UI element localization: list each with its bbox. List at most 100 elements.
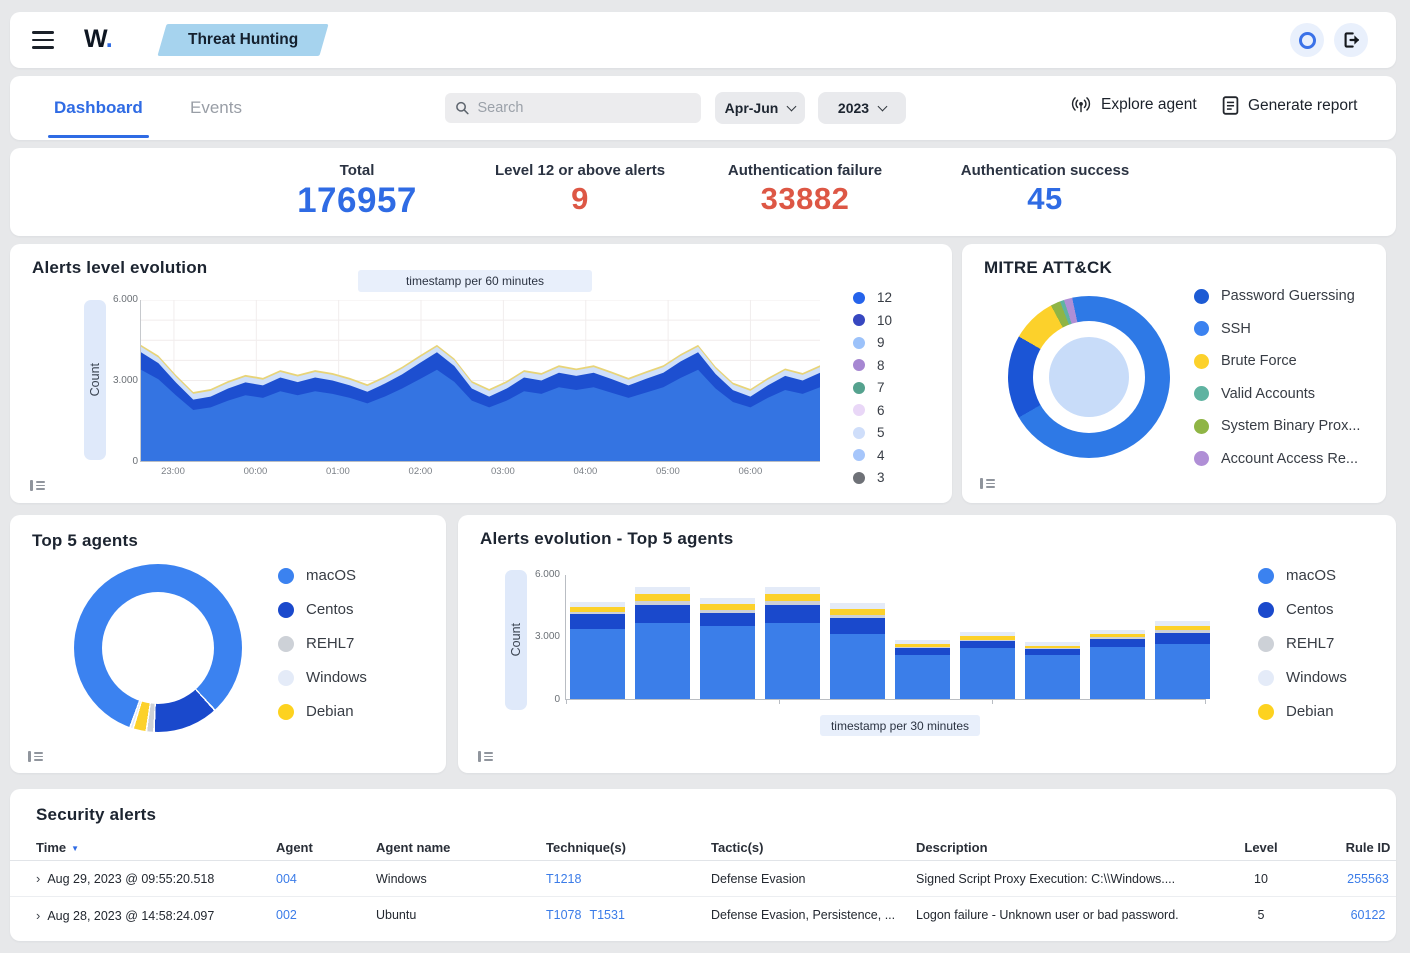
search-box[interactable] (445, 93, 701, 123)
legend-item-debian[interactable]: Debian (1258, 703, 1347, 720)
search-input[interactable] (477, 100, 691, 116)
legend-label: 6 (877, 403, 885, 418)
stacked-bar[interactable] (830, 575, 885, 699)
stacked-bar[interactable] (1025, 575, 1080, 699)
column-header-description[interactable]: Description (916, 840, 1208, 855)
legend-item-8[interactable]: 8 (853, 358, 892, 373)
legend-item-rehl7[interactable]: REHL7 (278, 635, 367, 652)
legend-item-4[interactable]: 4 (853, 448, 892, 463)
legend-item-9[interactable]: 9 (853, 335, 892, 350)
agent-id-link[interactable]: 002 (276, 908, 297, 922)
technique-link[interactable]: T1218 (546, 872, 581, 886)
mitre-donut-chart[interactable] (1008, 296, 1170, 458)
column-header-agent[interactable]: Agent (276, 840, 376, 855)
legend-item-5[interactable]: 5 (853, 425, 892, 440)
stacked-bar[interactable] (895, 575, 950, 699)
legend-dot-icon (278, 602, 294, 618)
legend-item-brute-force[interactable]: Brute Force (1194, 353, 1360, 369)
legend-label: Windows (306, 669, 367, 686)
bar-segment-centos (1090, 639, 1145, 647)
generate-report-button[interactable]: Generate report (1222, 96, 1357, 115)
stacked-bar-chart-canvas[interactable] (565, 575, 1205, 700)
legend-item-ssh[interactable]: SSH (1194, 321, 1360, 337)
panel-title: MITRE ATT&CK (984, 258, 1112, 278)
stat-value: 176957 (242, 181, 472, 221)
cell-agent: 004 (276, 872, 376, 886)
legend-item-password-guerssing[interactable]: Password Guerssing (1194, 288, 1360, 304)
chevron-down-icon (878, 101, 888, 111)
legend-item-windows[interactable]: Windows (1258, 669, 1347, 686)
technique-link[interactable]: T1531 (589, 908, 624, 922)
legend-item-centos[interactable]: Centos (1258, 601, 1347, 618)
column-header-technique-s-[interactable]: Technique(s) (546, 840, 711, 855)
stacked-bar[interactable] (765, 575, 820, 699)
threat-hunting-tab[interactable]: Threat Hunting (157, 24, 328, 56)
x-axis-ticks: 23:0000:0001:0002:0003:0004:0005:0006:00 (140, 466, 820, 480)
logout-icon (1342, 31, 1360, 49)
legend-dot-icon (853, 449, 865, 461)
column-header-agent-name[interactable]: Agent name (376, 840, 546, 855)
y-axis-pill: Count (505, 570, 527, 710)
agent-id-link[interactable]: 004 (276, 872, 297, 886)
y-tick-label: 0 (526, 694, 560, 705)
stacked-bar[interactable] (635, 575, 690, 699)
logout-button[interactable] (1334, 23, 1368, 57)
legend-toggle-icon[interactable] (28, 751, 43, 762)
bar-segment-macos (830, 634, 885, 699)
legend-item-debian[interactable]: Debian (278, 703, 367, 720)
tab-events[interactable]: Events (190, 98, 242, 118)
expand-row-icon[interactable]: › (36, 871, 40, 886)
column-header-time[interactable]: Time▼ (36, 840, 276, 855)
stat-value: 33882 (690, 181, 920, 217)
legend-toggle-icon[interactable] (30, 480, 45, 491)
technique-link[interactable]: T1078 (546, 908, 581, 922)
x-tick-label: 06:00 (738, 466, 762, 477)
legend-item-3[interactable]: 3 (853, 470, 892, 485)
tab-dashboard[interactable]: Dashboard (54, 98, 143, 118)
stat-total: Total 176957 (242, 162, 472, 221)
rule-id-link[interactable]: 60122 (1351, 908, 1386, 922)
legend-item-macos[interactable]: macOS (278, 567, 367, 584)
legend-toggle-icon[interactable] (478, 751, 493, 762)
table-row: ›Aug 28, 2023 @ 14:58:24.097002UbuntuT10… (10, 897, 1396, 933)
stat-auth-success: Authentication success 45 (930, 162, 1160, 217)
stacked-bar[interactable] (1155, 575, 1210, 699)
legend-item-account-access-re-[interactable]: Account Access Re... (1194, 451, 1360, 467)
timestamp-badge: timestamp per 60 minutes (358, 270, 592, 292)
legend-dot-icon (853, 314, 865, 326)
cell-level: 5 (1208, 908, 1314, 922)
stacked-bar[interactable] (700, 575, 755, 699)
area-chart-canvas[interactable] (140, 300, 820, 462)
app-logo[interactable]: W. (84, 25, 112, 54)
legend-item-windows[interactable]: Windows (278, 669, 367, 686)
legend-item-valid-accounts[interactable]: Valid Accounts (1194, 386, 1360, 402)
top5-agents-donut-chart[interactable] (74, 564, 242, 732)
legend-item-6[interactable]: 6 (853, 403, 892, 418)
stacked-bar[interactable] (570, 575, 625, 699)
expand-row-icon[interactable]: › (36, 908, 40, 923)
year-select[interactable]: 2023 (818, 92, 906, 124)
column-header-rule-id[interactable]: Rule ID (1314, 840, 1410, 855)
legend-item-rehl7[interactable]: REHL7 (1258, 635, 1347, 652)
legend-item-system-binary-prox-[interactable]: System Binary Prox... (1194, 418, 1360, 434)
legend-item-centos[interactable]: Centos (278, 601, 367, 618)
stacked-bar[interactable] (1090, 575, 1145, 699)
status-ring-button[interactable] (1290, 23, 1324, 57)
legend-item-12[interactable]: 12 (853, 290, 892, 305)
explore-agent-button[interactable]: Explore agent (1070, 96, 1197, 114)
legend-item-10[interactable]: 10 (853, 313, 892, 328)
legend-item-macos[interactable]: macOS (1258, 567, 1347, 584)
date-range-select[interactable]: Apr-Jun (715, 92, 805, 124)
column-header-tactic-s-[interactable]: Tactic(s) (711, 840, 916, 855)
legend-label: Account Access Re... (1221, 451, 1358, 467)
hamburger-menu-icon[interactable] (32, 31, 54, 49)
legend-item-7[interactable]: 7 (853, 380, 892, 395)
y-tick-label: 6.000 (108, 294, 138, 305)
rule-id-link[interactable]: 255563 (1347, 872, 1389, 886)
stacked-bar[interactable] (960, 575, 1015, 699)
cell-agent-name: Windows (376, 872, 546, 886)
legend-dot-icon (1194, 354, 1209, 369)
column-header-level[interactable]: Level (1208, 840, 1314, 855)
legend-dot-icon (1194, 321, 1209, 336)
legend-toggle-icon[interactable] (980, 478, 995, 489)
